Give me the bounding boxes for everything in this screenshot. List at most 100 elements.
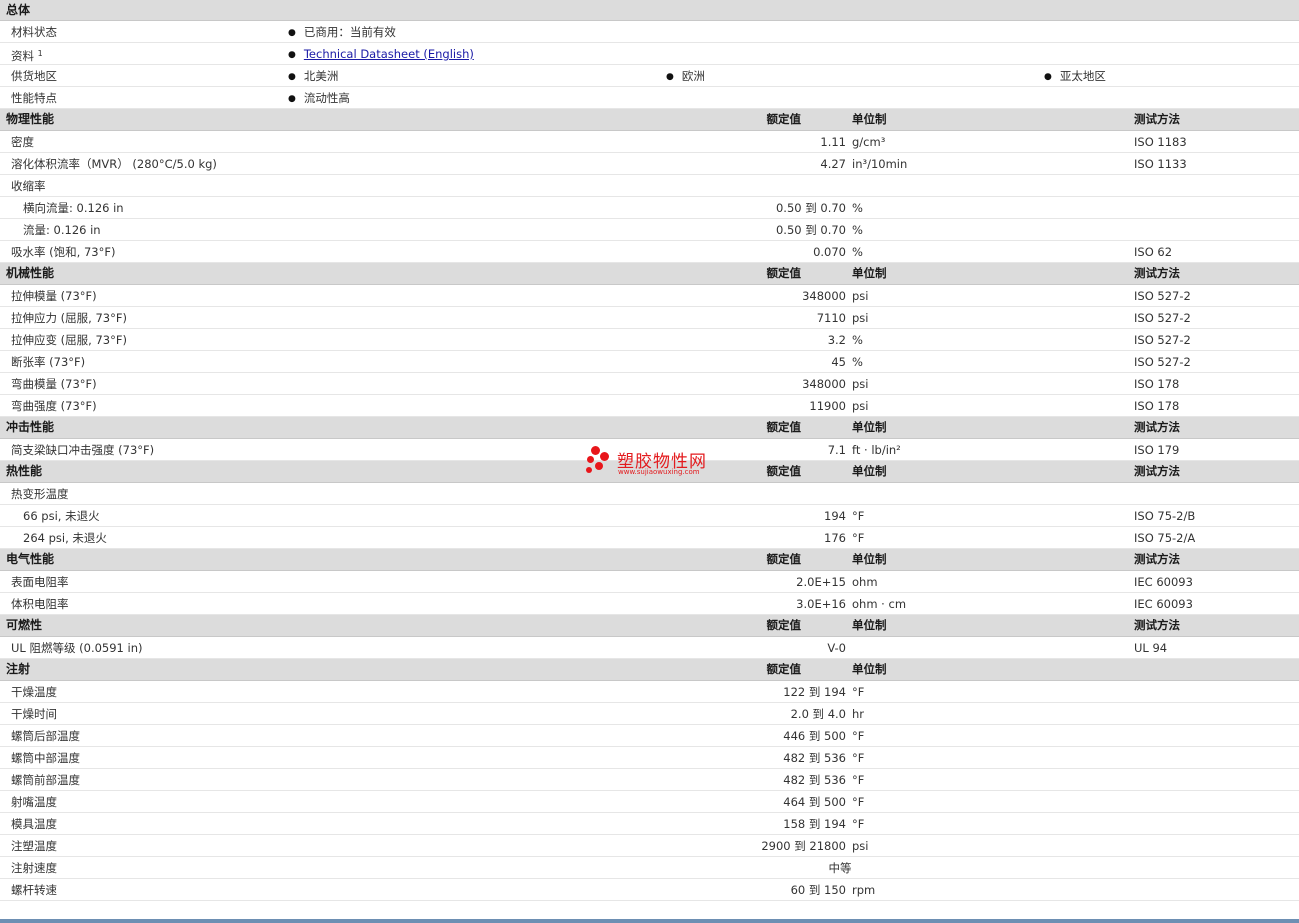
property-row: 密度 1.11 g/cm³ ISO 1183: [0, 131, 1299, 153]
property-label: 吸水率 (饱和, 73°F): [11, 245, 116, 259]
property-label: 断张率 (73°F): [11, 355, 86, 369]
section-title: 电气性能: [6, 552, 55, 566]
property-row: 注射速度 中等: [0, 857, 1299, 879]
general-item: ● 流动性高: [288, 87, 350, 110]
property-row: 螺筒后部温度 446 到 500 °F: [0, 725, 1299, 747]
property-value: 176: [824, 531, 846, 545]
test-method: ISO 178: [1134, 399, 1180, 413]
section-header: 冲击性能 额定值 单位制 测试方法: [0, 417, 1299, 439]
property-row: 弯曲强度 (73°F) 11900 psi ISO 178: [0, 395, 1299, 417]
column-header-test: 测试方法: [1134, 552, 1180, 566]
property-value: 7110: [816, 311, 846, 325]
property-unit: °F: [852, 751, 865, 765]
property-unit: rpm: [852, 883, 876, 897]
property-value: 3.0E+16: [796, 597, 846, 611]
property-row: 吸水率 (饱和, 73°F) 0.070% ISO 62: [0, 241, 1299, 263]
datasheet-link[interactable]: Technical Datasheet (English): [304, 47, 474, 61]
property-row: 拉伸应力 (屈服, 73°F) 7110 psi ISO 527-2: [0, 307, 1299, 329]
footnote-marker: 1: [37, 49, 43, 58]
property-unit: °F: [852, 795, 865, 809]
bullet-icon: ●: [288, 94, 296, 104]
general-item-text: 已商用：当前有效: [303, 25, 396, 39]
property-unit: °F: [852, 531, 865, 545]
property-unit: psi: [852, 289, 869, 303]
property-row: 溶化体积流率（MVR） (280°C/5.0 kg) 4.27 in³/10min I…: [0, 153, 1299, 175]
test-method: ISO 527-2: [1134, 311, 1191, 325]
property-label: 拉伸应变 (屈服, 73°F): [11, 333, 127, 347]
bullet-icon: ●: [288, 28, 296, 38]
property-row: 拉伸应变 (屈服, 73°F) 3.2% ISO 527-2: [0, 329, 1299, 351]
column-header-test: 测试方法: [1134, 420, 1180, 434]
section-header: 电气性能 额定值 单位制 测试方法: [0, 549, 1299, 571]
property-unit: psi: [852, 377, 869, 391]
general-item: ● 北美洲: [288, 65, 338, 88]
property-value: 446 到 500: [783, 729, 846, 743]
property-unit: %: [852, 201, 863, 215]
property-row: 弯曲模量 (73°F) 348000 psi ISO 178: [0, 373, 1299, 395]
test-method: ISO 527-2: [1134, 289, 1191, 303]
property-unit: %: [852, 333, 863, 347]
column-header-value: 额定值: [766, 420, 802, 434]
property-label: 密度: [11, 135, 34, 149]
property-row: 流量: 0.126 in 0.50 到 0.70%: [0, 219, 1299, 241]
column-header-value: 额定值: [766, 112, 802, 126]
property-label: 流量: 0.126 in: [23, 223, 101, 237]
column-header-unit: 单位制: [852, 420, 887, 434]
section-title: 总体: [6, 3, 31, 17]
property-label: 干燥温度: [11, 685, 57, 699]
property-row: 注塑温度 2900 到 21800 psi: [0, 835, 1299, 857]
section-header-general: 总体: [0, 0, 1299, 21]
property-row: 射嘴温度 464 到 500 °F: [0, 791, 1299, 813]
column-header-test: 测试方法: [1134, 618, 1180, 632]
property-label: 干燥时间: [11, 707, 57, 721]
property-value: 11900: [809, 399, 846, 413]
general-row: 性能特点 ● 流动性高: [0, 87, 1299, 109]
property-value: 中等: [828, 861, 852, 875]
general-row: 供货地区 ● 北美洲 ● 欧洲 ● 亚太地区: [0, 65, 1299, 87]
property-unit: psi: [852, 839, 869, 853]
property-row: 体积电阻率 3.0E+16 ohm · cm IEC 60093: [0, 593, 1299, 615]
property-label: 264 psi, 未退火: [23, 531, 107, 545]
column-header-value: 额定值: [766, 618, 802, 632]
general-item-text: 流动性高: [303, 91, 350, 105]
test-method: ISO 1183: [1134, 135, 1187, 149]
test-method: ISO 1133: [1134, 157, 1187, 171]
general-item: ● 欧洲: [666, 65, 705, 88]
property-label: 弯曲模量 (73°F): [11, 377, 97, 391]
property-label: 螺筒前部温度: [11, 773, 80, 787]
property-value: 0.50 到 0.70: [775, 223, 846, 237]
test-method: IEC 60093: [1134, 575, 1193, 589]
test-method: ISO 75-2/B: [1134, 509, 1196, 523]
row-label-text: 材料状态: [11, 25, 57, 39]
property-label: 收缩率: [11, 179, 46, 193]
column-header-unit: 单位制: [852, 618, 887, 632]
property-unit: °F: [852, 685, 865, 699]
property-row: 拉伸模量 (73°F) 348000 psi ISO 527-2: [0, 285, 1299, 307]
property-row: 模具温度 158 到 194 °F: [0, 813, 1299, 835]
property-value: 2900 到 21800: [761, 839, 846, 853]
general-item-text: 欧洲: [681, 69, 705, 83]
property-value: 348000: [802, 377, 846, 391]
property-unit: %: [852, 223, 863, 237]
section-title: 可燃性: [6, 618, 43, 632]
property-value: 348000: [802, 289, 846, 303]
watermark-logo: 塑胶物性网 www.sujiaowuxing.com: [585, 444, 725, 480]
property-unit: %: [852, 355, 863, 369]
section-title: 热性能: [6, 464, 43, 478]
property-value: 45: [831, 355, 846, 369]
property-unit: °F: [852, 817, 865, 831]
section-header: 可燃性 额定值 单位制 测试方法: [0, 615, 1299, 637]
property-unit: g/cm³: [852, 135, 886, 149]
test-method: ISO 62: [1134, 245, 1173, 259]
property-unit: ohm: [852, 575, 878, 589]
property-value: 4.27: [820, 157, 846, 171]
property-value: 482 到 536: [783, 773, 846, 787]
property-unit: °F: [852, 509, 865, 523]
general-item: ● Technical Datasheet (English): [288, 43, 474, 66]
column-header-test: 测试方法: [1134, 112, 1180, 126]
property-label: 表面电阻率: [11, 575, 69, 589]
property-value: 194: [824, 509, 846, 523]
property-unit: in³/10min: [852, 157, 908, 171]
section-title: 冲击性能: [6, 420, 55, 434]
property-value: 60 到 150: [790, 883, 846, 897]
